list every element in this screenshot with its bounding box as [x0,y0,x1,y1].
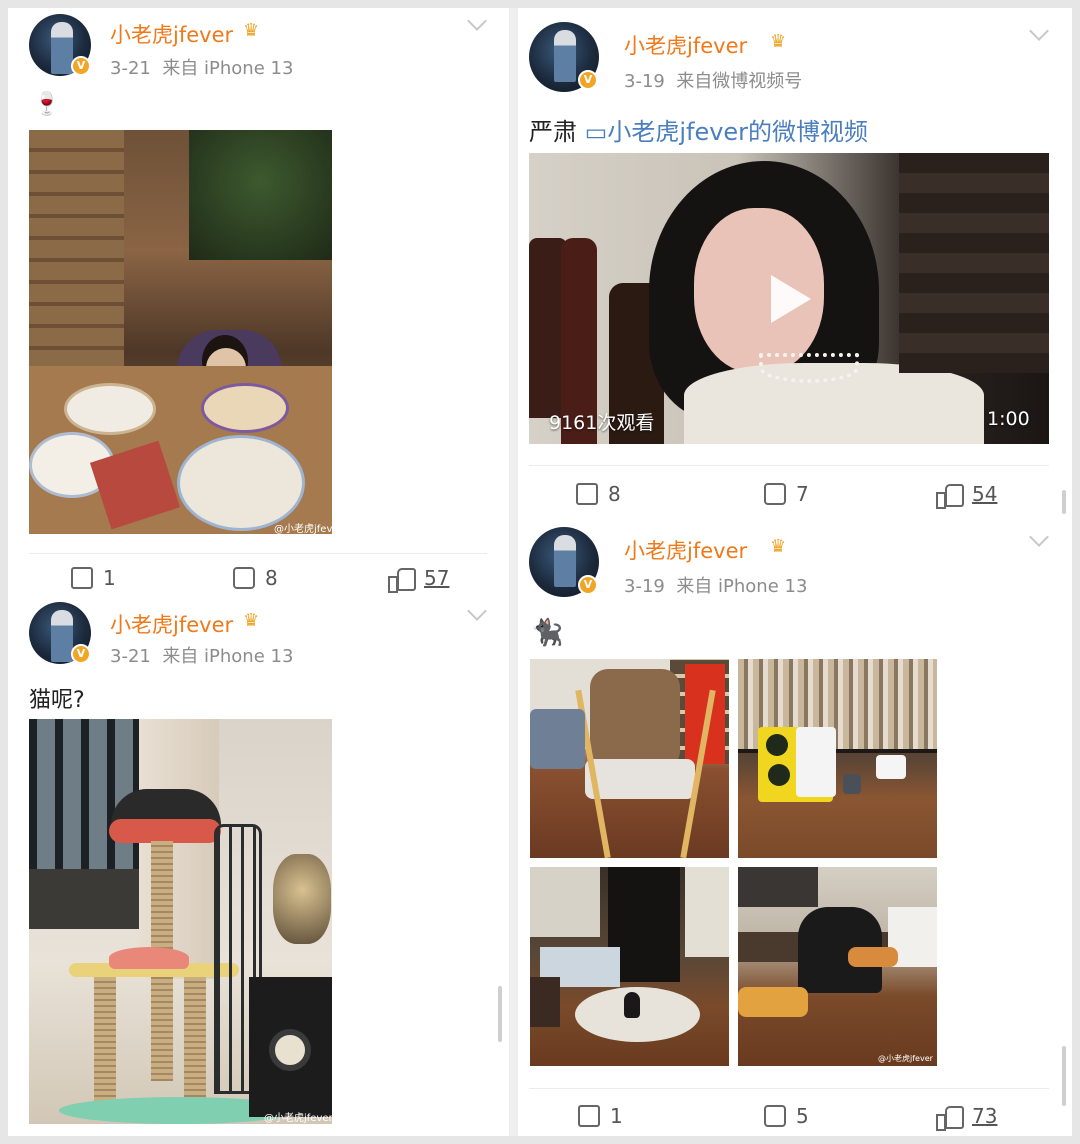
scrollbar[interactable] [498,986,502,1042]
post-image-dinner[interactable]: @小老虎jfever [29,130,332,534]
username[interactable]: 小老虎jfever [624,30,747,60]
watermark: @小老虎jfever [274,524,332,534]
comment-count: 7 [796,482,809,506]
like-icon [936,1104,964,1131]
like-icon [936,482,964,509]
repost-icon [578,1105,600,1127]
comment-count: 8 [265,566,278,590]
post-text: 猫呢? [29,688,85,713]
repost-count: 1 [610,1104,623,1128]
crown-icon: ♛ [243,20,260,41]
comment-icon [764,483,786,505]
like-count: 54 [972,482,998,506]
post-text: 严肃 ▭小老虎jfever的微博视频 [529,112,868,147]
watermark: @小老虎jfever [878,1054,933,1063]
post-text: 🍷 [33,92,61,117]
like-button[interactable]: 54 [936,482,998,509]
comment-icon [764,1105,786,1127]
post-meta: 3-21 来自 iPhone 13 [110,54,293,80]
like-button[interactable]: 57 [388,566,450,593]
comment-button[interactable]: 5 [764,1104,809,1128]
video-views: 9161次观看 [549,412,655,434]
repost-button[interactable]: 1 [578,1104,623,1128]
post-source: 来自 iPhone 13 [162,646,294,667]
repost-count: 8 [608,482,621,506]
verified-badge-icon: V [71,56,91,76]
repost-count: 1 [103,566,116,590]
post-source: 来自 iPhone 13 [676,576,808,597]
post-date: 3-21 [110,58,151,79]
verified-badge-icon: V [578,575,598,595]
like-count: 73 [972,1104,998,1128]
post-source: 来自 iPhone 13 [162,58,294,79]
separator [529,465,1049,466]
username[interactable]: 小老虎jfever [110,609,233,639]
crown-icon: ♛ [770,31,787,52]
watermark: @小老虎jfever [264,1113,332,1124]
scrollbar[interactable] [1062,490,1066,514]
comment-button[interactable]: 7 [764,482,809,506]
post-image-chair[interactable] [530,659,729,858]
crown-icon: ♛ [770,536,787,557]
post-meta: 3-21 来自 iPhone 13 [110,642,293,668]
crown-icon: ♛ [243,610,260,631]
post-text-content: 严肃 [529,118,577,146]
chevron-down-icon[interactable] [1029,527,1049,547]
video-link[interactable]: ▭小老虎jfever的微博视频 [585,118,868,146]
video-player[interactable]: 9161次观看 1:00 [529,153,1049,444]
separator [529,1088,1049,1089]
verified-badge-icon: V [71,644,91,664]
scrollbar[interactable] [1062,1046,1066,1106]
comment-button[interactable]: 8 [233,566,278,590]
repost-icon [71,567,93,589]
post-date: 3-19 [624,71,665,92]
post-image-cat-tree[interactable]: @小老虎jfever [29,719,332,1124]
separator [29,553,487,554]
post-image-living-room-cat[interactable] [530,867,729,1066]
verified-badge-icon: V [578,70,598,90]
video-duration: 1:00 [987,408,1030,430]
post-image-dining-table[interactable]: @小老虎jfever [738,867,937,1066]
chevron-down-icon[interactable] [467,11,487,31]
like-button[interactable]: 73 [936,1104,998,1131]
like-icon [388,566,416,593]
post-meta: 3-19 来自微博视频号 [624,67,802,93]
like-count: 57 [424,566,450,590]
post-text: 🐈‍⬛ [531,618,564,648]
post-source: 来自微博视频号 [676,71,803,92]
repost-icon [576,483,598,505]
repost-button[interactable]: 1 [71,566,116,590]
chevron-down-icon[interactable] [467,601,487,621]
video-link-label: 小老虎jfever的微博视频 [607,118,869,146]
play-icon[interactable] [771,275,811,323]
comment-count: 5 [796,1104,809,1128]
username[interactable]: 小老虎jfever [624,535,747,565]
post-image-bookshelf[interactable] [738,659,937,858]
chevron-down-icon[interactable] [1029,21,1049,41]
username[interactable]: 小老虎jfever [110,19,233,49]
comment-icon [233,567,255,589]
repost-button[interactable]: 8 [576,482,621,506]
post-meta: 3-19 来自 iPhone 13 [624,572,807,598]
column-divider [509,8,518,1136]
post-date: 3-19 [624,576,665,597]
post-date: 3-21 [110,646,151,667]
